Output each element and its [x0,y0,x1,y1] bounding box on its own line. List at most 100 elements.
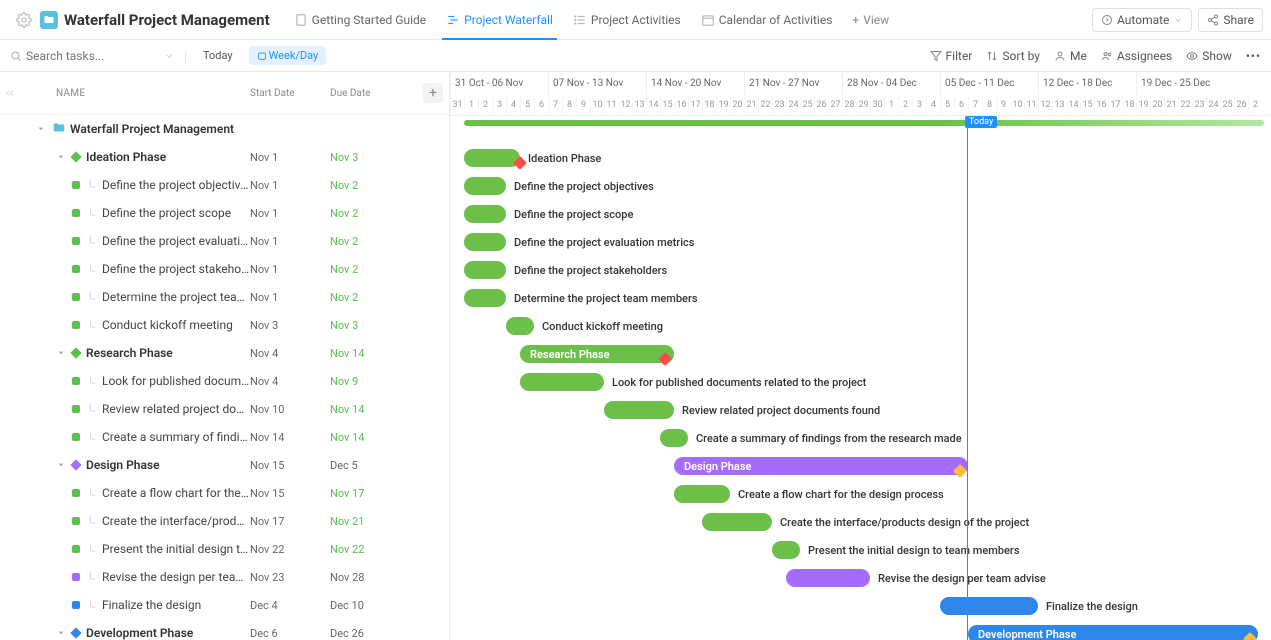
day-header: 6 [534,94,548,116]
task-row[interactable]: Research PhaseNov 4Nov 14 [0,339,449,367]
task-row[interactable]: Design PhaseNov 15Dec 5 [0,451,449,479]
due-date: Nov 2 [330,235,410,248]
expand-icon[interactable] [40,125,48,133]
expand-icon[interactable] [60,153,68,161]
gantt-bar[interactable]: Finalize the design [940,597,1038,615]
day-header: 7 [548,94,562,116]
more-button[interactable]: ••• [1246,49,1261,63]
task-row[interactable]: Waterfall Project Management [0,115,449,143]
add-column-button[interactable]: + [423,83,443,103]
task-row[interactable]: Review related project docu...Nov 10Nov … [0,395,449,423]
tab-calendar[interactable]: Calendar of Activities [691,0,843,40]
day-header: 22 [758,94,772,116]
week-header: 31 Oct - 06 Nov [450,72,548,94]
task-row[interactable]: Finalize the designDec 4Dec 10 [0,591,449,619]
status-square [72,237,80,245]
task-row[interactable]: Ideation PhaseNov 1Nov 3 [0,143,449,171]
due-date: Nov 2 [330,207,410,220]
gantt-bar[interactable]: Create a summary of findings from the re… [660,429,688,447]
day-header: 9 [996,94,1010,116]
task-row[interactable]: Conduct kickoff meetingNov 3Nov 3 [0,311,449,339]
gantt-bar[interactable]: Research Phase [520,345,674,363]
col-start[interactable]: Start Date [250,88,330,99]
subtask-icon [86,430,102,445]
start-date: Nov 22 [250,543,330,556]
task-row[interactable]: Create a summary of finding...Nov 14Nov … [0,423,449,451]
weekday-label: Week/Day [269,49,319,62]
phase-icon [70,628,81,639]
today-button[interactable]: Today [197,47,239,64]
collapse-icon[interactable] [0,87,20,99]
bar-label: Create a summary of findings from the re… [696,432,962,445]
task-row[interactable]: Define the project scopeNov 1Nov 2 [0,199,449,227]
day-header: 30 [870,94,884,116]
add-view[interactable]: + View [842,0,899,40]
expand-icon[interactable] [60,349,68,357]
due-date: Nov 14 [330,431,410,444]
subtask-icon [86,318,102,333]
toolbar: | Today Week/Day Filter Sort by Me Assig… [0,40,1271,72]
week-header: 05 Dec - 11 Dec [940,72,1038,94]
task-row[interactable]: Define the project stakehold...Nov 1Nov … [0,255,449,283]
settings-icon[interactable] [16,12,32,28]
day-header: 23 [1192,94,1206,116]
gantt-bar[interactable]: Define the project scope [464,205,506,223]
day-header: 29 [856,94,870,116]
start-date: Nov 15 [250,487,330,500]
task-row[interactable]: Define the project evaluation...Nov 1Nov… [0,227,449,255]
tab-project-activities[interactable]: Project Activities [563,0,691,40]
tab-project-waterfall[interactable]: Project Waterfall [436,0,563,40]
gantt-bar[interactable]: Look for published documents related to … [520,373,604,391]
gantt-bar[interactable]: Define the project stakeholders [464,261,506,279]
task-row[interactable]: Determine the project team ...Nov 1Nov 2 [0,283,449,311]
gantt-bar[interactable]: Design Phase [674,457,968,475]
assignees-button[interactable]: Assignees [1101,49,1172,63]
gantt-bar[interactable]: Ideation Phase [464,149,520,167]
day-header: 2 [1248,94,1262,116]
bar-label: Design Phase [684,460,751,473]
task-row[interactable]: Revise the design per team a...Nov 23Nov… [0,563,449,591]
expand-icon[interactable] [60,629,68,637]
chevron-down-icon[interactable] [164,51,174,61]
gantt-bar[interactable]: Create a flow chart for the design proce… [674,485,730,503]
gantt-bar[interactable]: Development Phase [968,625,1258,640]
sort-button[interactable]: Sort by [986,49,1040,63]
milestone-icon [1243,632,1257,640]
gantt-chart[interactable]: 31 Oct - 06 Nov07 Nov - 13 Nov14 Nov - 2… [450,72,1271,640]
gantt-bar[interactable]: Define the project evaluation metrics [464,233,506,251]
task-row[interactable]: Development PhaseDec 6Dec 26 [0,619,449,640]
gantt-bar[interactable]: Revise the design per team advise [786,569,870,587]
tab-getting-started[interactable]: Getting Started Guide [284,0,436,40]
search-field[interactable] [26,49,126,63]
bar-label: Create the interface/products design of … [780,516,1029,529]
task-row[interactable]: Look for published documen...Nov 4Nov 9 [0,367,449,395]
subtask-icon [86,290,102,305]
show-button[interactable]: Show [1186,49,1232,63]
task-row[interactable]: Present the initial design to t...Nov 22… [0,535,449,563]
task-row[interactable]: Create a flow chart for the d...Nov 15No… [0,479,449,507]
task-row[interactable]: Define the project objectivesNov 1Nov 2 [0,171,449,199]
task-row[interactable]: Create the interface/product...Nov 17Nov… [0,507,449,535]
gantt-bar[interactable]: Review related project documents found [604,401,674,419]
subtask-icon [86,514,102,529]
share-button[interactable]: Share [1198,8,1263,32]
gantt-bar[interactable]: Define the project objectives [464,177,506,195]
subtask-icon [86,262,102,277]
filter-button[interactable]: Filter [930,49,973,63]
me-button[interactable]: Me [1054,49,1087,63]
doc-icon [294,13,308,27]
day-header: 4 [926,94,940,116]
gantt-bar[interactable]: Conduct kickoff meeting [506,317,534,335]
expand-icon[interactable] [60,461,68,469]
col-name[interactable]: NAME [20,88,250,99]
bar-label: Research Phase [530,348,610,361]
col-due[interactable]: Due Date [330,88,400,99]
gantt-bar[interactable]: Create the interface/products design of … [702,513,772,531]
gantt-bar[interactable]: Present the initial design to team membe… [772,541,800,559]
automate-button[interactable]: Automate [1092,8,1192,32]
search-input[interactable] [10,49,150,63]
due-date: Nov 28 [330,571,410,584]
gantt-bar[interactable]: Determine the project team members [464,289,506,307]
gantt-row: Define the project evaluation metrics [450,228,1271,256]
weekday-toggle[interactable]: Week/Day [249,46,327,65]
